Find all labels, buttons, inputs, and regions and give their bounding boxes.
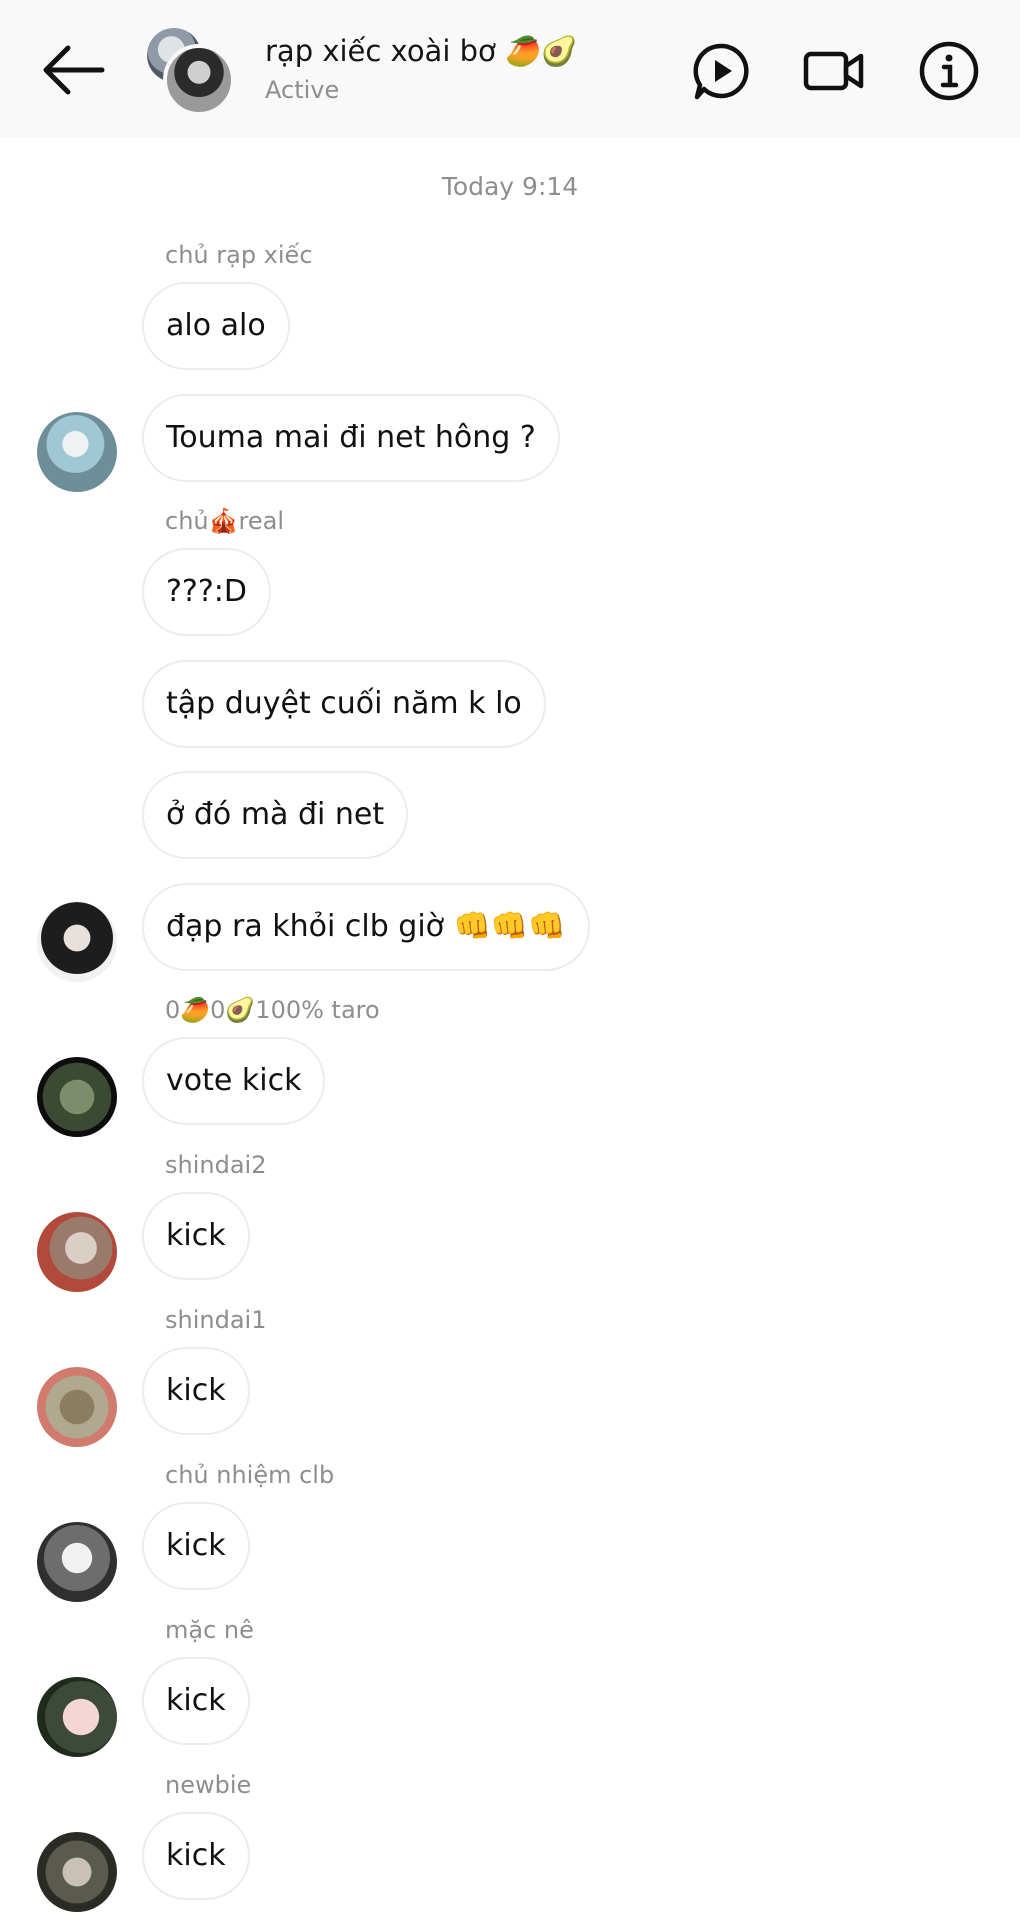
chat-title[interactable]: rạp xiếc xoài bơ 🥭🥑 — [265, 34, 577, 69]
avatar[interactable] — [37, 412, 117, 492]
message-bubble[interactable]: alo alo — [142, 282, 290, 370]
sender-name: 0🥭0🥑100% taro — [165, 996, 380, 1024]
avatar[interactable] — [37, 1677, 117, 1757]
avatar[interactable] — [37, 1212, 117, 1292]
message-bubble[interactable]: kick — [142, 1812, 250, 1900]
avatar[interactable] — [37, 1832, 117, 1912]
sender-name: chủ rạp xiếc — [165, 241, 313, 269]
sender-name: newbie — [165, 1771, 252, 1799]
message-bubble[interactable]: đạp ra khỏi clb giờ 👊👊👊 — [142, 883, 590, 971]
sender-name: shindai2 — [165, 1151, 267, 1179]
timestamp: Today 9:14 — [441, 172, 579, 201]
avatar[interactable] — [37, 902, 117, 982]
avatar[interactable] — [37, 1522, 117, 1602]
sender-name: chủ🎪real — [165, 507, 284, 535]
message-bubble[interactable]: Touma mai đi net hông ? — [142, 394, 560, 482]
chat-header: rạp xiếc xoài bơ 🥭🥑 Active — [0, 0, 1020, 137]
video-play-icon[interactable] — [690, 40, 752, 102]
message-bubble[interactable]: kick — [142, 1347, 250, 1435]
arrow-left-icon[interactable] — [38, 40, 108, 100]
message-bubble[interactable]: ở đó mà đi net — [142, 771, 409, 859]
message-bubble[interactable]: kick — [142, 1657, 250, 1745]
avatar[interactable] — [37, 1367, 117, 1447]
member-avatar-front — [163, 44, 235, 116]
avatar[interactable] — [37, 1057, 117, 1137]
message-bubble[interactable]: kick — [142, 1192, 250, 1280]
group-avatar[interactable] — [143, 26, 235, 116]
sender-name: shindai1 — [165, 1306, 267, 1334]
message-bubble[interactable]: tập duyệt cuối năm k lo — [142, 660, 546, 748]
active-status: Active — [265, 76, 340, 104]
sender-name: chủ nhiệm clb — [165, 1461, 335, 1489]
video-camera-icon[interactable] — [803, 40, 865, 102]
sender-name: mặc nê — [165, 1616, 254, 1644]
message-bubble[interactable]: ???:D — [142, 548, 271, 636]
info-icon[interactable] — [918, 40, 980, 102]
message-bubble[interactable]: vote kick — [142, 1037, 326, 1125]
message-bubble[interactable]: kick — [142, 1502, 250, 1590]
